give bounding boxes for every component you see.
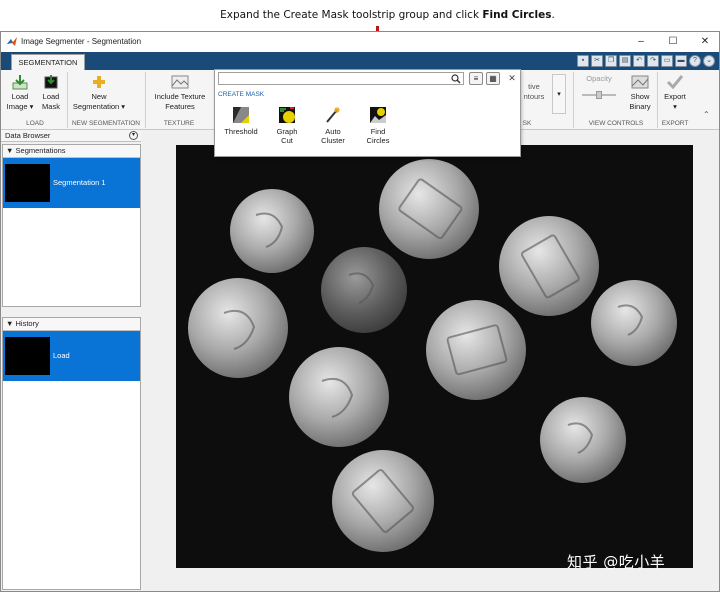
segmentation-list-item[interactable]: Segmentation 1: [3, 158, 140, 208]
search-icon: [451, 74, 461, 84]
segmentations-panel: ▼ Segmentations Segmentation 1: [2, 144, 141, 307]
segmentations-header[interactable]: ▼ Segmentations: [3, 145, 140, 158]
caption-emphasis: Find Circles: [482, 9, 552, 21]
coin: [321, 247, 407, 333]
history-header[interactable]: ▼ History: [3, 318, 140, 331]
watermark-text: 知乎 @吃小羊: [567, 553, 666, 571]
history-label: Load: [53, 351, 70, 360]
ribbon-tabstrip: SEGMENTATION ▪ ✂ ❐ ▤ ↶ ↷ ▭ ▬ ? ⌄: [1, 52, 719, 70]
layout-icon[interactable]: ▭: [661, 55, 673, 67]
minimize-button[interactable]: –: [629, 34, 653, 50]
coins-image-drawing: [188, 159, 677, 552]
group-label-export: EXPORT: [661, 120, 689, 127]
window-title: Image Segmenter - Segmentation: [21, 37, 142, 46]
opacity-slider[interactable]: [582, 91, 616, 99]
coin: [540, 397, 626, 483]
gallery-expand-button[interactable]: ▾: [552, 74, 566, 114]
redo-icon[interactable]: ↷: [647, 55, 659, 67]
history-list-item[interactable]: Load: [3, 331, 140, 381]
coin: [332, 450, 434, 552]
group-label-load: LOAD: [26, 120, 44, 127]
coin: [230, 189, 314, 273]
checkmark-icon: [666, 75, 684, 90]
instruction-caption: Expand the Create Mask toolstrip group a…: [220, 9, 555, 21]
data-browser-title: Data Browser: [5, 131, 51, 140]
export-button[interactable]: Export ▾: [661, 74, 689, 112]
opacity-control[interactable]: Opacity: [579, 74, 619, 99]
group-label-texture: TEXTURE: [163, 120, 195, 127]
save-icon[interactable]: ▪: [577, 55, 589, 67]
image-canvas-area: [142, 130, 719, 591]
find-circles-button[interactable]: Find Circles: [358, 106, 398, 145]
graph-cut-icon: [279, 107, 295, 123]
new-segmentation-button[interactable]: New Segmentation ▾: [70, 74, 128, 112]
help-icon[interactable]: ?: [689, 55, 701, 67]
binary-view-icon: [631, 75, 649, 89]
find-circles-icon: [370, 107, 386, 123]
data-browser-panel: Data Browser ▾ ▼ Segmentations Segmentat…: [1, 130, 141, 591]
graph-cut-button[interactable]: Graph Cut: [267, 106, 307, 145]
quick-access-toolbar: ▪ ✂ ❐ ▤ ↶ ↷ ▭ ▬ ? ⌄: [577, 54, 715, 68]
segmentation-thumbnail: [5, 164, 50, 202]
threshold-button[interactable]: Threshold: [221, 106, 261, 136]
load-mask-button[interactable]: Load Mask: [38, 74, 64, 112]
load-image-button[interactable]: Load Image ▾: [6, 74, 34, 112]
coins-image[interactable]: [176, 145, 693, 568]
group-label-view-controls: VIEW CONTROLS: [588, 120, 644, 127]
coin: [426, 300, 526, 400]
group-label-new-segmentation: NEW SEGMENTATION: [71, 120, 140, 127]
options-icon[interactable]: ⌄: [703, 55, 715, 67]
gallery-search-input[interactable]: [218, 72, 464, 85]
active-contours-button[interactable]: tive ntours: [521, 82, 547, 102]
grid-view-icon[interactable]: ▦: [486, 72, 500, 85]
undo-icon[interactable]: ↶: [633, 55, 645, 67]
panel-options-icon[interactable]: ▾: [129, 131, 138, 140]
threshold-icon: [233, 107, 249, 123]
coin: [289, 347, 389, 447]
coin: [188, 278, 288, 378]
show-binary-button[interactable]: Show Binary: [627, 74, 653, 112]
minimize-ribbon-icon[interactable]: ▬: [675, 55, 687, 67]
cut-icon[interactable]: ✂: [591, 55, 603, 67]
texture-icon: [171, 75, 189, 89]
include-texture-button[interactable]: Include Texture Features: [149, 74, 211, 112]
segmentation-label: Segmentation 1: [53, 178, 106, 187]
load-image-icon: [12, 75, 28, 90]
matlab-logo-icon: [7, 37, 17, 46]
gallery-section-label: CREATE MASK: [218, 91, 265, 98]
coin: [591, 280, 677, 366]
list-view-icon[interactable]: ≡: [469, 72, 483, 85]
coin: [499, 216, 599, 316]
coin: [379, 159, 479, 259]
group-label-create-mask: SK: [522, 120, 532, 127]
collapse-ribbon-icon[interactable]: ⌃: [703, 110, 710, 119]
auto-cluster-icon: [326, 107, 340, 123]
auto-cluster-button[interactable]: Auto Cluster: [313, 106, 353, 145]
close-icon[interactable]: ✕: [507, 73, 517, 83]
data-browser-header: Data Browser ▾: [1, 130, 141, 142]
history-thumbnail: [5, 337, 50, 375]
copy-icon[interactable]: ❐: [605, 55, 617, 67]
title-bar: Image Segmenter - Segmentation – ☐ ✕: [1, 32, 719, 52]
load-mask-icon: [44, 75, 58, 89]
history-panel: ▼ History Load: [2, 317, 141, 590]
tab-segmentation[interactable]: SEGMENTATION: [11, 54, 85, 70]
maximize-button[interactable]: ☐: [661, 34, 685, 50]
close-button[interactable]: ✕: [693, 34, 717, 50]
paste-icon[interactable]: ▤: [619, 55, 631, 67]
create-mask-gallery: ≡ ▦ ✕ CREATE MASK Threshold Graph Cut Aut…: [214, 69, 521, 157]
plus-icon: [93, 76, 105, 88]
